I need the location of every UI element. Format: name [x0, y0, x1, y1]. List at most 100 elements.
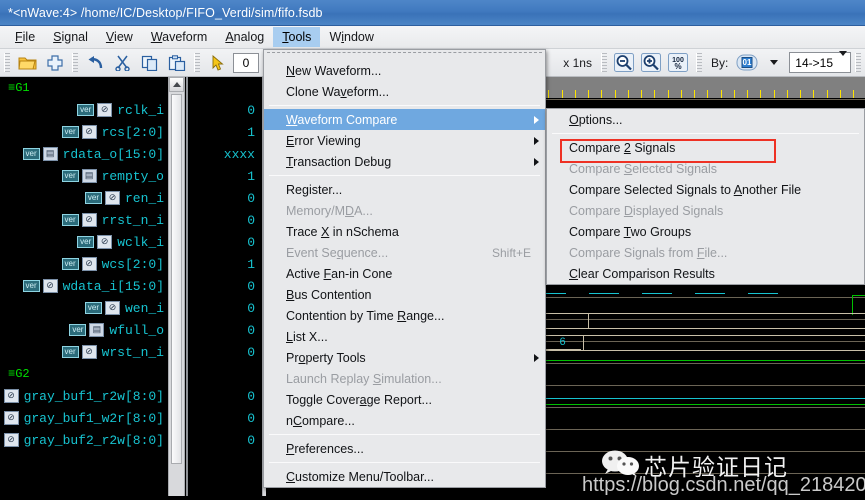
- toolbar-grip[interactable]: [4, 53, 10, 72]
- copy-icon[interactable]: [137, 51, 162, 74]
- menubar-item-analog[interactable]: Analog: [216, 27, 273, 47]
- menu-item-ncompare[interactable]: nCompare...: [264, 410, 545, 431]
- signal-row[interactable]: ver ⊘ wen_i: [0, 297, 168, 319]
- signal-row[interactable]: ver ⊘ rclk_i: [0, 99, 168, 121]
- menu-item-error-viewing[interactable]: Error Viewing: [264, 130, 545, 151]
- time-value-field[interactable]: 0: [233, 52, 259, 73]
- tools-menu-popup[interactable]: New Waveform... Clone Waveform... Waveform…: [263, 49, 546, 488]
- scrollbar-thumb[interactable]: [171, 94, 182, 464]
- svg-text:%: %: [675, 62, 682, 71]
- binary-01-icon[interactable]: 01: [734, 51, 759, 74]
- signal-row[interactable]: ver ▤ rdata_o[15:0]: [0, 143, 168, 165]
- waveform-clock-pulse: [642, 293, 672, 294]
- menu-item-label: Clone Waveform...: [286, 84, 390, 99]
- menu-item-active-fan-in-cone[interactable]: Active Fan-in Cone: [264, 263, 545, 284]
- menubar-item-tools[interactable]: Tools: [273, 27, 321, 47]
- undo-icon[interactable]: [83, 51, 108, 74]
- paste-icon[interactable]: [164, 51, 189, 74]
- menu-item-accelerator: Shift+E: [491, 245, 531, 260]
- wire-signal-icon: ⊘: [104, 191, 120, 205]
- time-unit-label: x 1ns: [563, 55, 592, 70]
- toolbar-grip-2[interactable]: [72, 53, 78, 72]
- menubar-item-signal[interactable]: Signal: [44, 27, 97, 47]
- scroll-up-arrow[interactable]: [169, 77, 184, 92]
- signal-name: wrst_n_i: [101, 344, 164, 360]
- menu-item-preferences[interactable]: Preferences...: [264, 438, 545, 459]
- menubar-item-window[interactable]: Window: [320, 27, 382, 47]
- menu-item-memory-mda: Memory/MDA...: [264, 200, 545, 221]
- group-expand-icon[interactable]: ≡: [8, 367, 15, 381]
- verilog-badge-icon: ver: [61, 258, 79, 270]
- signal-group-row[interactable]: ≡ G1: [0, 77, 168, 99]
- signal-name: ren_i: [124, 190, 164, 206]
- signal-row[interactable]: ver ⊘ rcs[2:0]: [0, 121, 168, 143]
- menu-item-customize-menu-toolbar[interactable]: Customize Menu/Toolbar...: [264, 466, 545, 487]
- signal-name: rempty_o: [101, 168, 164, 184]
- zoom-out-icon[interactable]: [612, 51, 637, 74]
- signal-row[interactable]: ⊘ gray_buf2_r2w[8:0]: [0, 429, 168, 451]
- menu-item-trace-x-in-nschema[interactable]: Trace X in nSchema: [264, 221, 545, 242]
- signal-value: 0: [247, 410, 255, 426]
- menu-item-label: Compare Two Groups: [569, 224, 692, 239]
- signal-row[interactable]: ⊘ gray_buf1_w2r[8:0]: [0, 407, 168, 429]
- signal-name-pane[interactable]: ≡ G1 ver ⊘ rclk_i ver ⊘ rcs[2:0] ver ▤ rdata_o[15…: [0, 77, 168, 500]
- signal-row[interactable]: ver ▤ wfull_o: [0, 319, 168, 341]
- toolbar-grip-4[interactable]: [600, 53, 607, 72]
- menu-item-property-tools[interactable]: Property Tools: [264, 347, 545, 368]
- menu-item-compare-selected-signals-to-another-file[interactable]: Compare Selected Signals to Another File: [547, 179, 864, 200]
- by-dropdown-arrow[interactable]: [761, 51, 786, 74]
- toolbar-grip-3[interactable]: [194, 53, 200, 72]
- menubar-item-waveform[interactable]: Waveform: [142, 27, 217, 47]
- waveform-edge: [852, 295, 853, 315]
- zoom-100-percent-icon[interactable]: 100 %: [666, 51, 691, 74]
- signal-value: 0: [247, 278, 255, 294]
- group-expand-icon[interactable]: ≡: [8, 81, 15, 95]
- menu-item-compare-two-groups[interactable]: Compare Two Groups: [547, 221, 864, 242]
- toolbar-grip-5[interactable]: [695, 53, 702, 72]
- waveform-compare-submenu[interactable]: Options... Compare 2 Signals Compare Selec…: [546, 108, 865, 285]
- signal-row[interactable]: ver ⊘ wrst_n_i: [0, 341, 168, 363]
- signal-row[interactable]: ver ⊘ rrst_n_i: [0, 209, 168, 231]
- waveform-trace: [852, 295, 865, 296]
- signal-row[interactable]: ver ▤ rempty_o: [0, 165, 168, 187]
- menubar-item-file[interactable]: File: [6, 27, 44, 47]
- signal-group-row[interactable]: ≡ G2: [0, 363, 168, 385]
- menu-separator: [552, 133, 859, 134]
- menubar-item-view[interactable]: View: [97, 27, 142, 47]
- menu-item-waveform-compare[interactable]: Waveform Compare: [264, 109, 545, 130]
- cut-icon[interactable]: [110, 51, 135, 74]
- signal-row[interactable]: ⊘ gray_buf1_r2w[8:0]: [0, 385, 168, 407]
- cursor-arrow-icon[interactable]: [205, 51, 230, 74]
- zoom-in-icon[interactable]: [639, 51, 664, 74]
- menu-item-clear-comparison-results[interactable]: Clear Comparison Results: [547, 263, 864, 284]
- open-folder-icon[interactable]: [15, 51, 40, 74]
- ruler-tick: [575, 90, 576, 98]
- by-label: By:: [710, 55, 729, 70]
- menu-item-compare-2-signals[interactable]: Compare 2 Signals: [547, 137, 864, 158]
- range-combo[interactable]: 14->15: [789, 50, 851, 73]
- menu-item-toggle-coverage-report[interactable]: Toggle Coverage Report...: [264, 389, 545, 410]
- menu-item-label: Contention by Time Range...: [286, 308, 445, 323]
- menu-item-contention-by-time-range[interactable]: Contention by Time Range...: [264, 305, 545, 326]
- menu-item-clone-waveform[interactable]: Clone Waveform...: [264, 81, 545, 102]
- menu-item-new-waveform[interactable]: New Waveform...: [264, 60, 545, 81]
- signal-row[interactable]: ver ⊘ wclk_i: [0, 231, 168, 253]
- menu-item-options[interactable]: Options...: [547, 109, 864, 130]
- toolbar-grip-6[interactable]: [855, 53, 861, 72]
- signal-pane-scrollbar[interactable]: [168, 77, 185, 500]
- verilog-badge-icon: ver: [84, 302, 102, 314]
- signal-row[interactable]: ver ⊘ ren_i: [0, 187, 168, 209]
- verilog-badge-icon: ver: [84, 192, 102, 204]
- add-signal-icon[interactable]: [42, 51, 67, 74]
- range-combo-value: 14->15: [795, 55, 833, 70]
- signal-row[interactable]: ver ⊘ wdata_i[15:0]: [0, 275, 168, 297]
- signal-row[interactable]: ver ⊘ wcs[2:0]: [0, 253, 168, 275]
- menu-item-register[interactable]: Register...: [264, 179, 545, 200]
- menu-tearoff[interactable]: [267, 52, 542, 59]
- signal-name: rcs[2:0]: [101, 124, 164, 140]
- ruler-tick: [681, 90, 682, 98]
- menu-item-bus-contention[interactable]: Bus Contention: [264, 284, 545, 305]
- menu-item-label: Active Fan-in Cone: [286, 266, 393, 281]
- menu-item-transaction-debug[interactable]: Transaction Debug: [264, 151, 545, 172]
- menu-item-list-x[interactable]: List X...: [264, 326, 545, 347]
